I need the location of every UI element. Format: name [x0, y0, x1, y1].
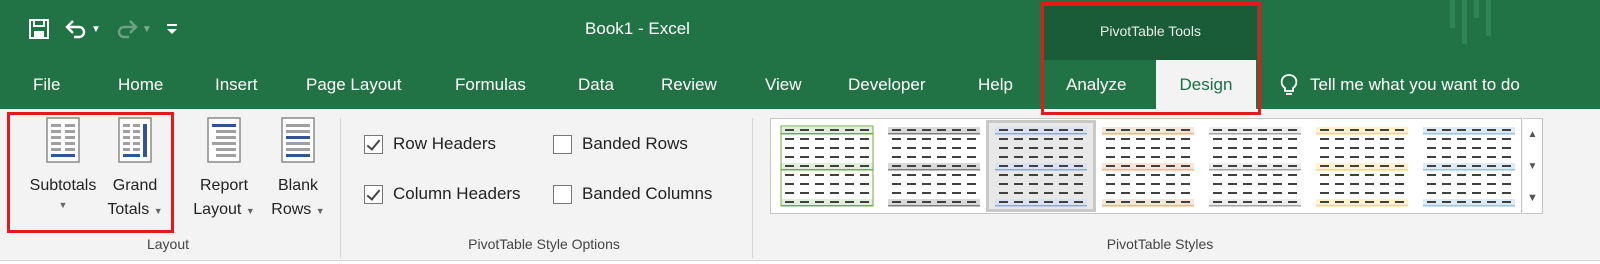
- report-layout-label-line2: Layout: [193, 201, 242, 218]
- chevron-down-icon: ▼: [243, 206, 255, 216]
- chevron-down-icon: ▼: [313, 206, 325, 216]
- blank-rows-label-line2: Rows: [271, 201, 312, 218]
- gallery-scroll-up-button[interactable]: ▲: [1523, 119, 1542, 150]
- group-separator: [340, 118, 341, 258]
- banded-rows-label: Banded Rows: [582, 134, 688, 153]
- checkbox-checked-icon: [364, 134, 383, 154]
- tab-page-layout[interactable]: Page Layout: [306, 60, 401, 109]
- tab-view[interactable]: View: [765, 60, 802, 109]
- row-headers-checkbox[interactable]: Row Headers: [364, 134, 496, 154]
- group-label-styles: PivotTable Styles: [1106, 236, 1214, 252]
- banded-columns-checkbox[interactable]: Banded Columns: [553, 184, 712, 204]
- pivot-style-preview-icon: [780, 125, 874, 207]
- pivot-style-preview-icon: [1102, 127, 1194, 207]
- tab-data[interactable]: Data: [578, 60, 614, 109]
- report-layout-button[interactable]: Report Layout ▼: [188, 116, 260, 223]
- ribbon-tab-bar: File Home Insert Page Layout Formulas Da…: [0, 60, 1600, 109]
- checkbox-unchecked-icon: [553, 184, 572, 204]
- tab-review[interactable]: Review: [661, 60, 717, 109]
- group-label-layout: Layout: [146, 236, 190, 252]
- tell-me-text: Tell me what you want to do: [1310, 74, 1520, 94]
- pivot-style-preview-icon: [1423, 127, 1515, 207]
- decorative-bar: [1462, 0, 1467, 44]
- decorative-bar: [1450, 0, 1455, 28]
- group-label-style-options: PivotTable Style Options: [468, 236, 620, 252]
- pivot-style-preview-icon: [1316, 127, 1408, 207]
- pivot-style-7[interactable]: [1417, 123, 1521, 209]
- lightbulb-icon: [1280, 73, 1298, 95]
- decorative-bar: [1474, 0, 1479, 18]
- blank-rows-label-line1: Blank: [277, 177, 319, 194]
- pivot-style-preview-icon: [1209, 127, 1301, 207]
- pivot-style-1[interactable]: [775, 123, 879, 209]
- tab-developer[interactable]: Developer: [848, 60, 926, 109]
- blank-rows-icon: [281, 117, 315, 163]
- tab-help[interactable]: Help: [978, 60, 1013, 109]
- pivot-style-3[interactable]: [986, 120, 1096, 212]
- title-bar: ▼ ▼ Book1 - Excel: [0, 0, 1600, 60]
- column-headers-checkbox[interactable]: Column Headers: [364, 184, 521, 204]
- decorative-bar: [1486, 0, 1491, 36]
- tab-formulas[interactable]: Formulas: [455, 60, 526, 109]
- tab-home[interactable]: Home: [118, 60, 163, 109]
- column-headers-label: Column Headers: [393, 184, 521, 203]
- banded-columns-label: Banded Columns: [582, 184, 713, 203]
- banded-rows-checkbox[interactable]: Banded Rows: [553, 134, 688, 154]
- gallery-scroll-down-button[interactable]: ▼: [1523, 151, 1542, 182]
- report-layout-icon: [207, 117, 241, 163]
- tell-me-box[interactable]: Tell me what you want to do: [1280, 60, 1520, 109]
- pivottable-styles-gallery: [770, 118, 1522, 214]
- highlight-box-pivottable-tabs: [1041, 2, 1261, 115]
- gallery-more-icon: ▼: [1527, 192, 1538, 204]
- report-layout-label-line1: Report: [199, 177, 249, 194]
- blank-rows-button[interactable]: Blank Rows ▼: [264, 116, 332, 223]
- group-separator: [752, 118, 753, 258]
- tab-insert[interactable]: Insert: [215, 60, 258, 109]
- pivot-style-preview-icon: [995, 127, 1087, 207]
- pivot-style-preview-icon: [888, 127, 980, 207]
- gallery-scrollbar: ▲ ▼ ▼: [1523, 118, 1543, 214]
- gallery-more-button[interactable]: ▼: [1523, 183, 1542, 214]
- pivot-style-5[interactable]: [1203, 123, 1307, 209]
- row-headers-label: Row Headers: [393, 134, 496, 153]
- checkbox-checked-icon: [364, 184, 383, 204]
- tab-file[interactable]: File: [33, 60, 60, 109]
- highlight-box-layout-buttons: [7, 112, 174, 233]
- checkbox-unchecked-icon: [553, 134, 572, 154]
- pivot-style-6[interactable]: [1310, 123, 1414, 209]
- pivot-style-2[interactable]: [882, 123, 986, 209]
- pivot-style-4[interactable]: [1096, 123, 1200, 209]
